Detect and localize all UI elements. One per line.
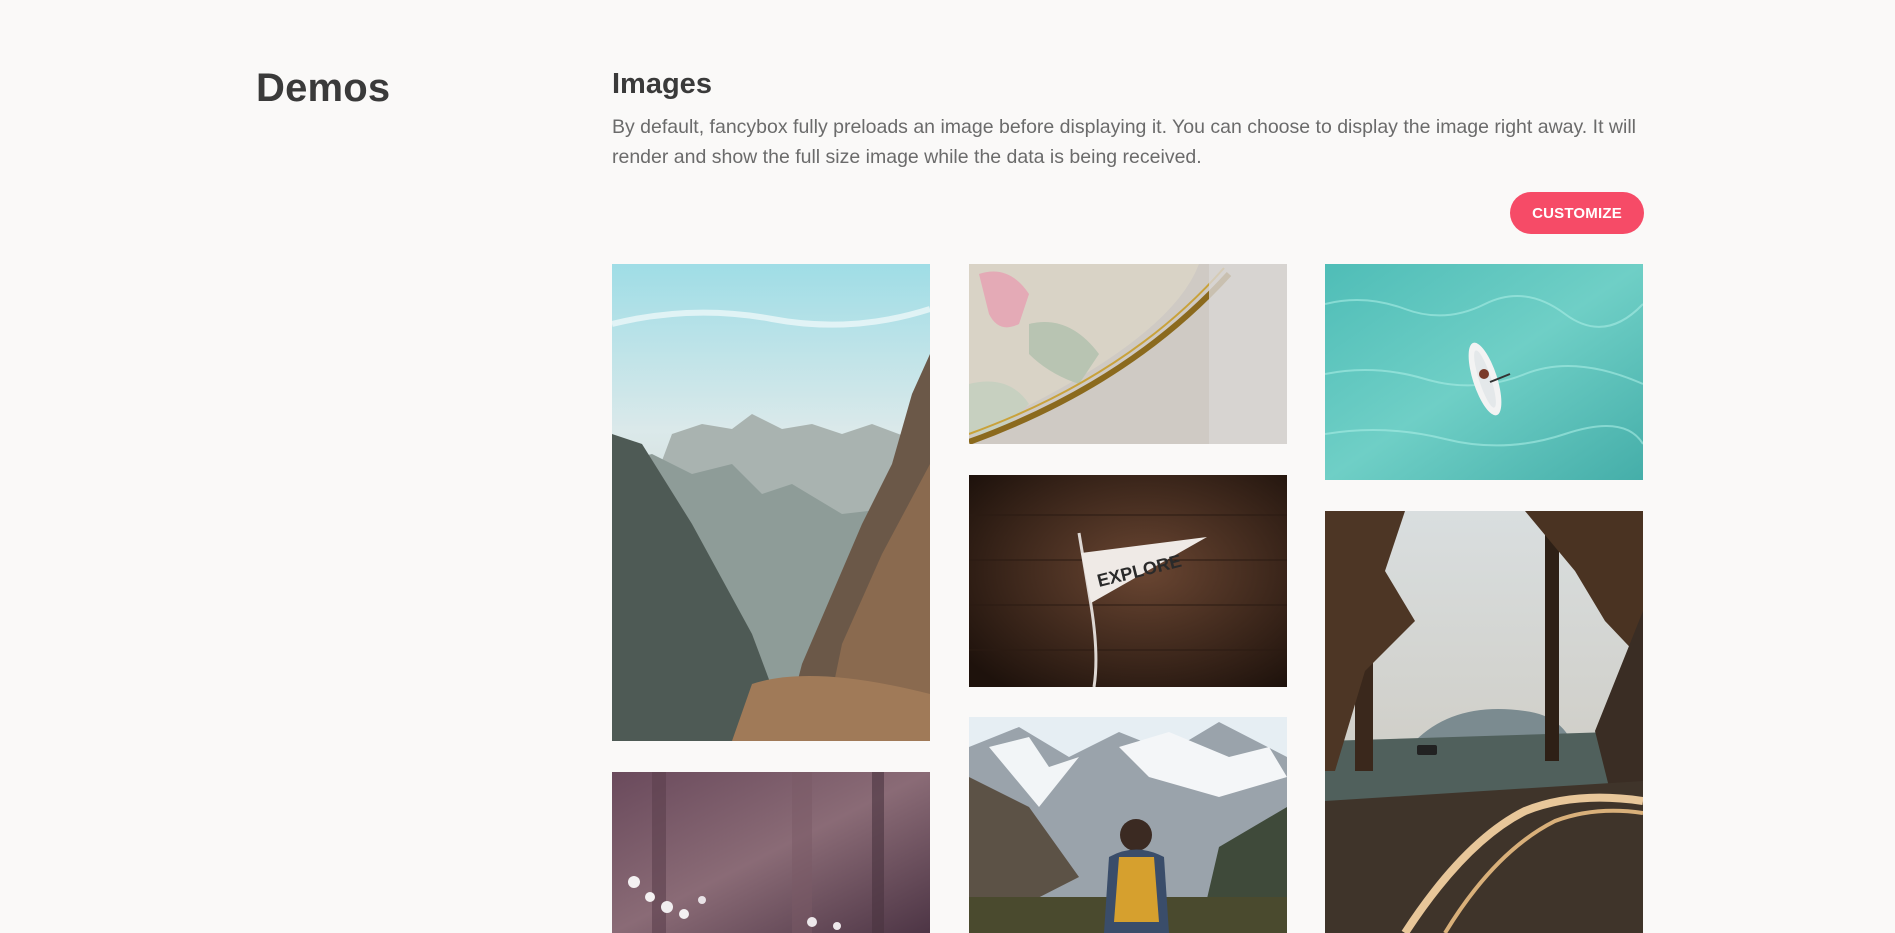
main-content: Images By default, fancybox fully preloa… (612, 0, 1644, 933)
globe-map-picture (969, 264, 1287, 444)
globe-map-image[interactable] (969, 264, 1287, 444)
section-title: Images (612, 68, 712, 100)
flower-forest-image[interactable] (612, 772, 930, 933)
paddleboard-water-image[interactable] (1325, 264, 1643, 480)
section-description: By default, fancybox fully preloads an i… (612, 116, 1636, 168)
hiker-mountains-picture (969, 717, 1287, 933)
image-gallery: EXPLORE (612, 264, 1644, 933)
mountain-peaks-image[interactable] (612, 264, 930, 741)
mountain-peaks-picture (612, 264, 930, 741)
explore-pennant-picture: EXPLORE (969, 475, 1287, 687)
forest-road-picture (1325, 511, 1643, 933)
sidebar-title: Demos (256, 66, 391, 110)
flower-forest-picture (612, 772, 930, 933)
forest-road-image[interactable] (1325, 511, 1643, 933)
paddleboard-water-picture (1325, 264, 1643, 480)
explore-pennant-image[interactable]: EXPLORE (969, 475, 1287, 687)
demo-page: Demos Images By default, fancybox fully … (0, 0, 1895, 933)
hiker-mountains-image[interactable] (969, 717, 1287, 933)
customize-button[interactable]: CUSTOMIZE (1510, 192, 1644, 234)
